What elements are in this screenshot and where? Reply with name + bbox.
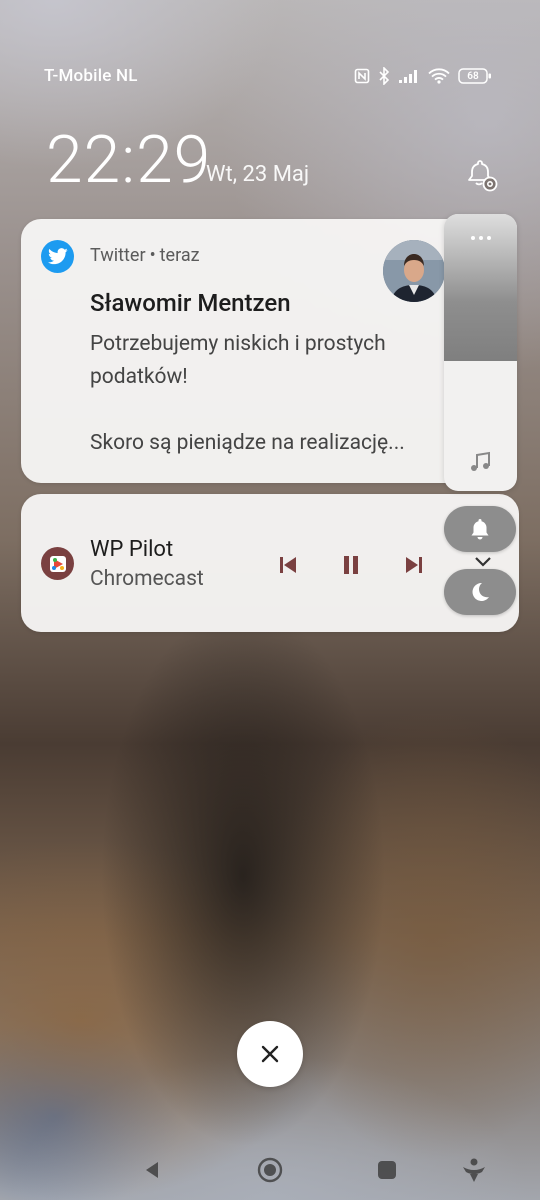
more-dot-icon	[486, 236, 491, 240]
notification-time: teraz	[159, 245, 200, 266]
status-icons: 68	[354, 67, 492, 85]
pause-icon	[344, 556, 358, 574]
media-notification[interactable]: WP Pilot Chromecast	[21, 494, 519, 632]
next-button[interactable]	[401, 552, 427, 578]
nfc-icon	[354, 68, 370, 84]
do-not-disturb-button[interactable]	[444, 569, 516, 615]
battery-icon: 68	[458, 67, 492, 85]
more-dot-icon	[470, 236, 475, 240]
bluetooth-icon	[378, 67, 390, 85]
date: Wt, 23 Maj	[206, 162, 310, 187]
twitter-icon	[41, 240, 74, 273]
notification-text-line: Potrzebujemy niskich i prostych podatków…	[90, 332, 386, 389]
accessibility-button[interactable]	[456, 1152, 492, 1188]
volume-slider[interactable]	[444, 214, 517, 491]
more-dot-icon	[478, 236, 483, 240]
skip-previous-icon	[280, 557, 296, 573]
app-name: Twitter	[90, 245, 146, 266]
carrier-name: T-Mobile NL	[44, 66, 138, 86]
clear-all-button[interactable]	[237, 1021, 303, 1087]
back-icon	[146, 1162, 158, 1178]
avatar	[383, 240, 445, 302]
home-icon	[257, 1157, 283, 1183]
twitter-notification[interactable]: Twitter • teraz Sławomir Mentzen Potrzebuj…	[21, 219, 497, 483]
back-button[interactable]	[135, 1152, 171, 1188]
close-icon	[261, 1045, 279, 1063]
media-title: WP Pilot	[90, 537, 174, 562]
ring-mode-button[interactable]	[444, 506, 516, 552]
clock: 22:29	[46, 122, 212, 199]
bell-settings-icon	[468, 160, 498, 192]
moon-icon	[472, 582, 489, 601]
battery-level: 68	[467, 70, 479, 82]
navigation-bar	[0, 1140, 540, 1200]
music-note-icon	[468, 450, 492, 474]
header-separator: •	[149, 245, 156, 266]
notification-body: Potrzebujemy niskich i prostych podatków…	[90, 328, 440, 460]
previous-button[interactable]	[275, 552, 301, 578]
pause-button[interactable]	[338, 552, 364, 578]
notification-header: Twitter • teraz	[90, 245, 200, 266]
volume-more-button[interactable]	[444, 236, 517, 240]
media-subtitle: Chromecast	[90, 567, 204, 591]
notification-sender: Sławomir Mentzen	[90, 289, 291, 317]
notification-text-line: Skoro są pieniądze na realizację...	[90, 431, 405, 455]
recents-icon	[378, 1161, 396, 1179]
wifi-icon	[428, 68, 450, 84]
recents-button[interactable]	[369, 1152, 405, 1188]
accessibility-icon	[463, 1158, 485, 1182]
notification-settings-button[interactable]	[464, 158, 500, 194]
wp-pilot-icon	[41, 547, 74, 580]
signal-icon	[398, 68, 420, 84]
bell-icon	[471, 519, 489, 540]
skip-next-icon	[406, 557, 422, 573]
clock-area: 22:29 Wt, 23 Maj	[46, 128, 500, 198]
status-bar: T-Mobile NL 68	[44, 64, 492, 88]
home-button[interactable]	[252, 1152, 288, 1188]
